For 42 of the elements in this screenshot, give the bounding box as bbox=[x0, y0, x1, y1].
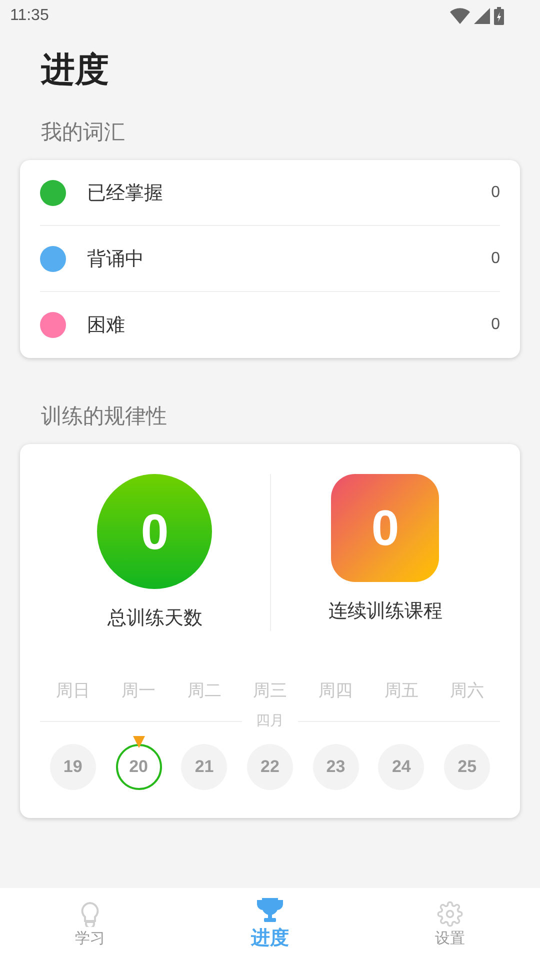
category-label: 背诵中 bbox=[87, 246, 144, 272]
weekday-label: 周日 bbox=[56, 680, 90, 702]
category-label: 困难 bbox=[87, 313, 125, 338]
weekday-label: 周四 bbox=[318, 680, 353, 702]
day-circle[interactable]: 24 bbox=[378, 744, 424, 790]
weekday-label: 周一 bbox=[122, 680, 156, 702]
wifi-icon bbox=[450, 8, 470, 24]
day-circle[interactable]: 19 bbox=[50, 744, 96, 790]
day-circle[interactable]: 23 bbox=[312, 744, 359, 790]
word-count: 0 bbox=[491, 316, 500, 334]
status-time: 11:35 bbox=[10, 7, 49, 25]
section-heading: 训练的规律性 bbox=[41, 403, 167, 430]
tab-label: 学习 bbox=[75, 928, 105, 948]
stat-value: 0 bbox=[331, 474, 440, 582]
lightbulb-icon bbox=[79, 900, 101, 926]
settings-icon bbox=[437, 900, 463, 926]
day-circle[interactable]: 21 bbox=[181, 744, 228, 790]
month-label: 四月 bbox=[256, 712, 284, 730]
stat-label: 总训练天数 bbox=[107, 606, 202, 631]
day-circle[interactable]: 22 bbox=[246, 744, 293, 790]
category-label: 已经掌握 bbox=[87, 180, 163, 206]
day-circle[interactable]: 20 bbox=[116, 744, 162, 790]
weekday-label: 周六 bbox=[450, 680, 484, 702]
word-count: 0 bbox=[491, 184, 500, 202]
trophy-icon bbox=[256, 897, 284, 923]
page-title: 进度 bbox=[41, 49, 109, 92]
today-marker-icon bbox=[132, 736, 145, 748]
nav-tab[interactable]: 学习 bbox=[0, 888, 180, 960]
word-count: 0 bbox=[491, 250, 500, 268]
nav-tab[interactable]: 设置 bbox=[360, 888, 540, 960]
tab-label: 进度 bbox=[251, 926, 289, 951]
weekday-label: 周二 bbox=[187, 680, 222, 702]
weekday-label: 周三 bbox=[252, 680, 287, 702]
stat-label: 连续训练课程 bbox=[328, 599, 442, 624]
tab-label: 设置 bbox=[435, 928, 465, 948]
nav-tab[interactable]: 进度 bbox=[180, 888, 360, 960]
battery-icon bbox=[494, 7, 504, 25]
day-circle[interactable]: 25 bbox=[444, 744, 490, 790]
signal-icon bbox=[474, 8, 490, 24]
weekday-label: 周五 bbox=[384, 680, 418, 702]
section-heading: 我的词汇 bbox=[41, 119, 125, 146]
stat-value: 0 bbox=[97, 474, 212, 589]
